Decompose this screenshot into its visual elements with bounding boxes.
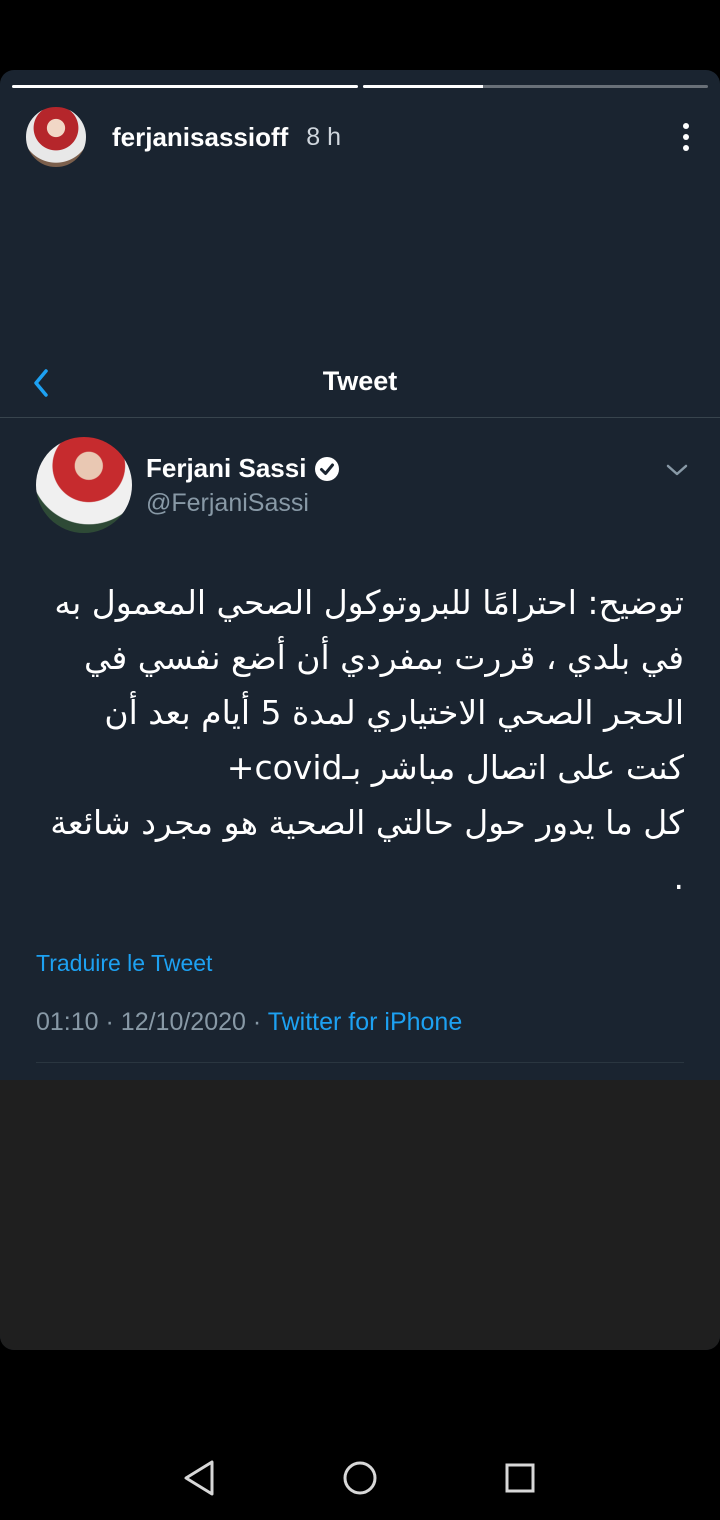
meta-separator: · — [252, 1008, 262, 1036]
tweet-meta: 01:10 · 12/10/2020 · Twitter for iPhone — [36, 1008, 462, 1037]
author-avatar[interactable] — [36, 437, 132, 533]
translate-tweet-link[interactable]: Traduire le Tweet — [36, 950, 212, 977]
nav-back-icon[interactable] — [182, 1458, 218, 1498]
system-navigation-bar — [0, 1350, 720, 1520]
tweet-time: 01:10 — [36, 1008, 99, 1036]
more-options-icon[interactable] — [676, 117, 696, 157]
story-progress-segment — [362, 85, 708, 88]
page-title: Tweet — [322, 366, 398, 396]
tweet-source-link[interactable]: Twitter for iPhone — [268, 1008, 463, 1036]
meta-separator: · — [105, 1008, 114, 1036]
story-progress — [12, 85, 708, 89]
divider — [36, 1062, 684, 1063]
story-lower-area — [0, 1080, 720, 1350]
tweet-date: 12/10/2020 — [120, 1008, 246, 1036]
chevron-down-icon[interactable] — [664, 461, 690, 479]
author-handle[interactable]: @FerjaniSassi — [146, 489, 309, 518]
tweet-author: Ferjani Sassi @FerjaniSassi — [36, 437, 690, 537]
progress-fill — [12, 85, 358, 88]
verified-badge-icon — [315, 456, 340, 481]
story-card: ferjanisassioff 8 h Tweet Ferjani Sassi … — [0, 70, 720, 1350]
story-username[interactable]: ferjanisassioff — [112, 122, 288, 153]
tweet-text: توضيح: احترامًا للبروتوكول الصحي المعمول… — [50, 583, 684, 897]
author-name: Ferjani Sassi — [146, 453, 307, 483]
tweet-nav-bar: Tweet — [0, 348, 720, 418]
story-header: ferjanisassioff 8 h — [24, 105, 696, 169]
progress-fill — [362, 85, 484, 88]
nav-recent-apps-icon[interactable] — [504, 1462, 536, 1494]
story-avatar[interactable] — [24, 105, 88, 169]
story-progress-segment — [12, 85, 358, 88]
nav-home-icon[interactable] — [342, 1460, 378, 1496]
author-name-row[interactable]: Ferjani Sassi — [146, 453, 340, 484]
story-time: 8 h — [306, 122, 342, 151]
